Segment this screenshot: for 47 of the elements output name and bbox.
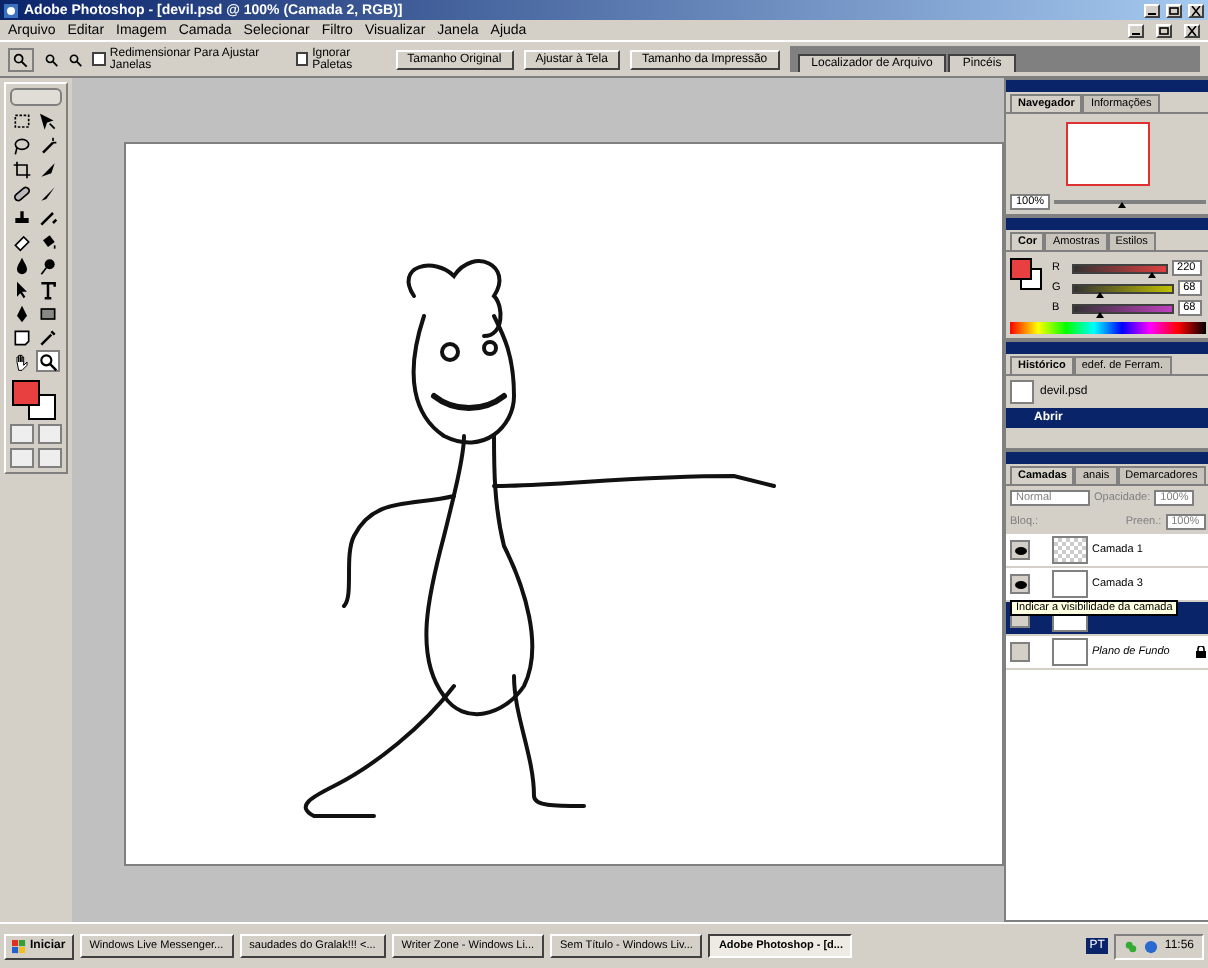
eraser-icon[interactable] — [10, 230, 34, 252]
note-icon[interactable] — [10, 326, 34, 348]
layer-thumbnail — [1052, 570, 1088, 598]
visibility-toggle[interactable] — [1010, 574, 1030, 594]
layer-thumbnail — [1052, 536, 1088, 564]
zoom-in-icon[interactable] — [43, 51, 59, 67]
checkbox[interactable] — [92, 52, 106, 66]
lock-icon — [1195, 646, 1206, 658]
quick-mask-button[interactable] — [38, 424, 62, 444]
knife-icon[interactable] — [36, 158, 60, 180]
toolbox-header — [10, 88, 62, 106]
magnifier-icon[interactable] — [36, 350, 60, 372]
snapshot-thumbnail — [1010, 380, 1034, 404]
hand-icon[interactable] — [10, 350, 34, 372]
color-swatches[interactable] — [1010, 258, 1042, 290]
app-icon — [4, 3, 18, 17]
wand-icon[interactable] — [36, 134, 60, 156]
close-button[interactable] — [1188, 3, 1204, 17]
navigator-preview — [1065, 122, 1150, 186]
layer-thumbnail — [1052, 638, 1088, 666]
close-button[interactable] — [1184, 23, 1200, 37]
standard-mode-button[interactable] — [10, 424, 34, 444]
screen-mode-button[interactable] — [10, 448, 34, 468]
screen-mode-button[interactable] — [38, 448, 62, 468]
close-icon — [1190, 5, 1202, 15]
rectangle-icon[interactable] — [36, 302, 60, 324]
visibility-toggle[interactable] — [1010, 642, 1030, 662]
history-brush-icon[interactable] — [36, 206, 60, 228]
type-icon[interactable] — [36, 278, 60, 300]
stamp-icon[interactable] — [10, 206, 34, 228]
checkbox[interactable] — [295, 52, 309, 66]
color-spectrum[interactable] — [1010, 322, 1206, 334]
dodge-icon[interactable] — [36, 254, 60, 276]
visibility-toggle[interactable] — [1010, 540, 1030, 560]
dashed-rectangle-icon[interactable] — [10, 110, 34, 132]
eyedropper-icon[interactable] — [36, 326, 60, 348]
zoom-out-icon[interactable] — [68, 51, 83, 67]
crop-icon[interactable] — [10, 158, 34, 180]
tool-preset-picker[interactable] — [8, 47, 34, 71]
color-swatches[interactable] — [12, 380, 56, 420]
minimize-button[interactable] — [1144, 3, 1160, 17]
minimize-button[interactable] — [1128, 23, 1144, 37]
lasso-icon[interactable] — [10, 134, 34, 156]
close-icon — [1186, 25, 1198, 35]
windows-logo-icon — [12, 939, 26, 953]
brush-icon[interactable] — [36, 182, 60, 204]
globe-icon[interactable] — [1144, 939, 1159, 953]
